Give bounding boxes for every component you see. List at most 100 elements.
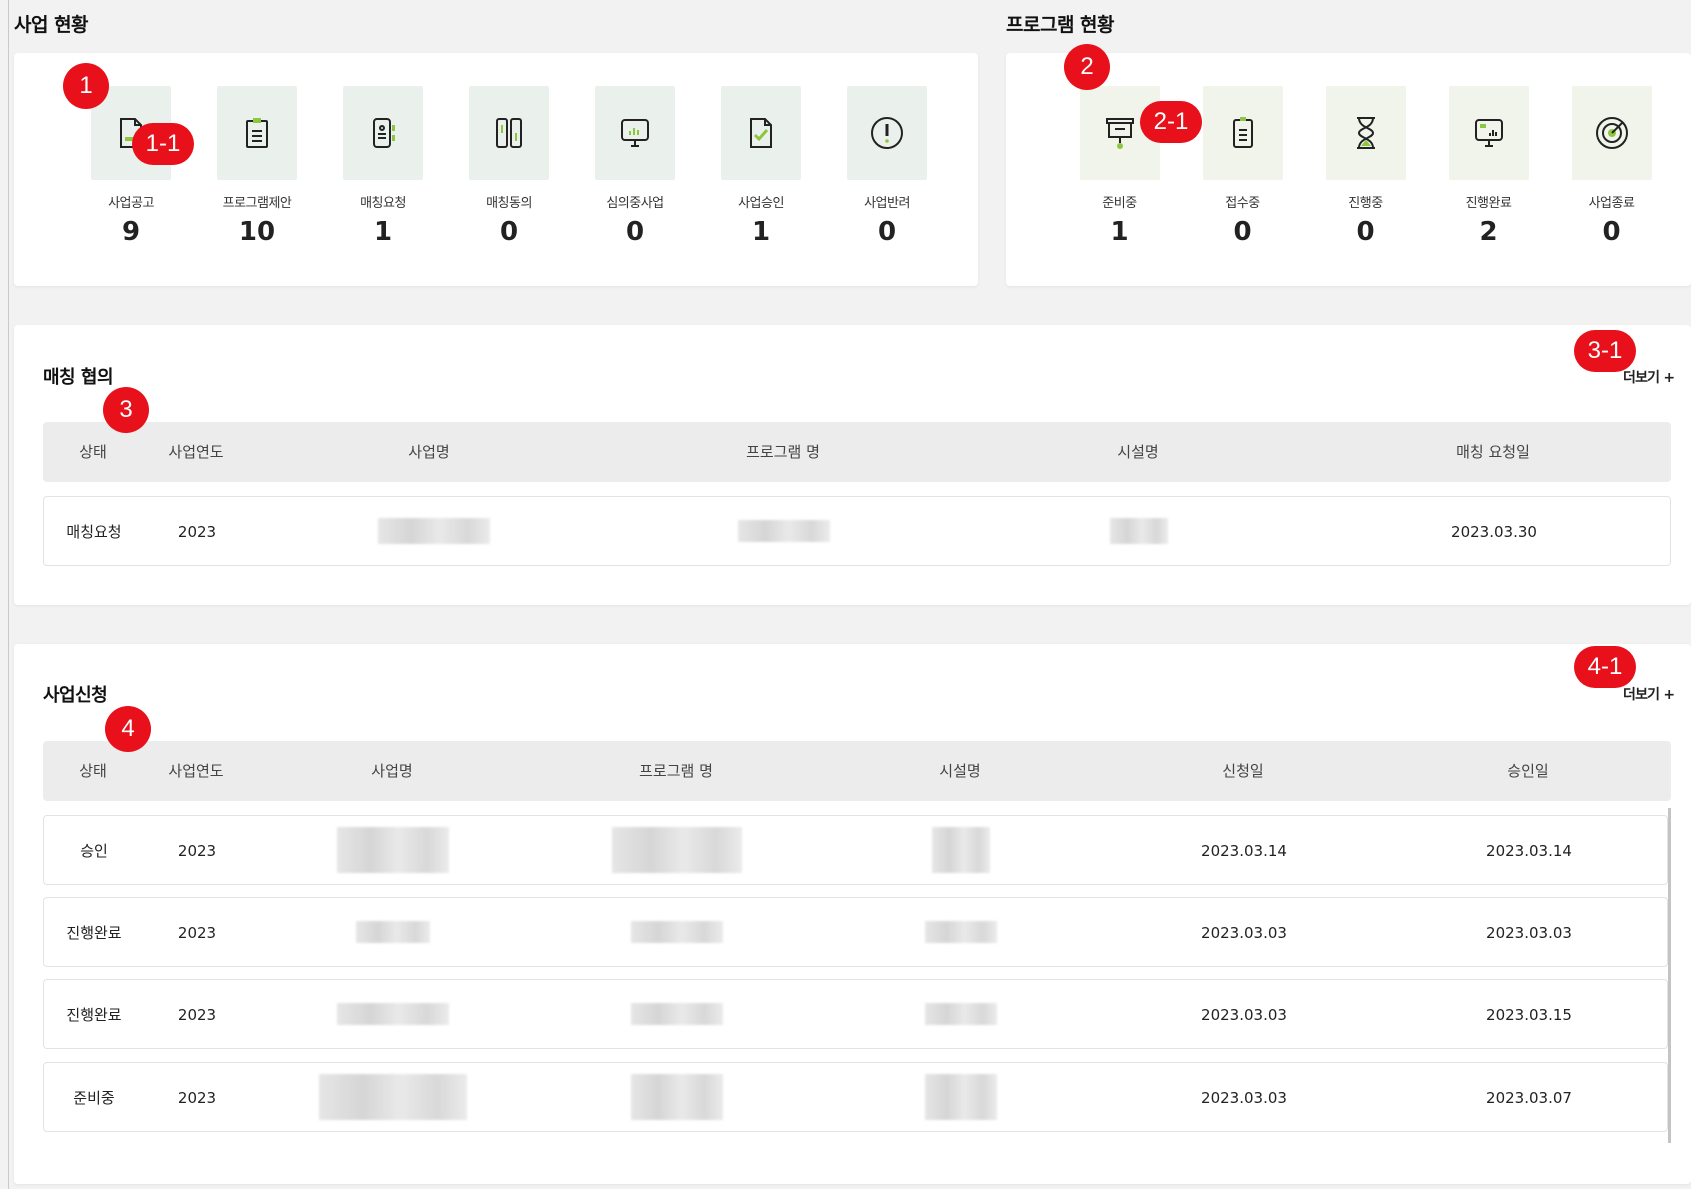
stat-label: 사업종료 [1588,196,1635,211]
row-status: 진행완료 [66,924,122,942]
panels-icon [469,86,549,180]
column-header: 사업연도 [168,443,224,461]
row-status: 준비중 [73,1089,115,1107]
stat-label: 심의중사업 [606,196,664,211]
matching-title: 매칭 협의 [43,367,114,388]
redacted-facility-name [932,827,990,873]
stat-business-rejected[interactable]: 사업반려 0 [824,86,950,247]
document-check-icon [721,86,801,180]
stat-business-closed[interactable]: 사업종료 0 [1550,86,1673,247]
redacted-business-name [337,1003,449,1025]
column-header: 시설명 [939,762,981,780]
redacted-program-name [631,1074,723,1120]
target-icon [1571,86,1652,180]
row-approved-date: 2023.03.14 [1486,842,1572,860]
row-status: 진행완료 [66,1006,122,1024]
table-row[interactable]: 매칭요청 2023 2023.03.30 [43,496,1671,566]
business-status-title: 사업 현황 [14,14,89,36]
stat-count: 0 [1356,217,1375,247]
redacted-business-name [356,921,430,943]
business-status-card: 사업공고 9 프로그램제안 10 매칭요청 1 매칭동의 0 심의중사업 0 사… [14,53,978,286]
column-header: 프로그램 명 [639,762,713,780]
application-table-header: 상태 사업연도 사업명 프로그램 명 시설명 신청일 승인일 [43,741,1671,801]
application-more-link[interactable]: 더보기 + [1623,684,1675,704]
stat-count: 0 [1602,217,1621,247]
redacted-business-name [337,827,449,873]
column-header: 사업연도 [168,762,224,780]
stat-completed[interactable]: 진행완료 2 [1427,86,1550,247]
column-header: 신청일 [1222,762,1264,780]
stat-label: 사업반려 [864,196,910,211]
redacted-business-name [319,1074,467,1120]
row-approved-date: 2023.03.03 [1486,924,1572,942]
stat-in-progress[interactable]: 진행중 0 [1304,86,1427,247]
matching-table-header: 상태 사업연도 사업명 프로그램 명 시설명 매칭 요청일 [43,422,1671,482]
stat-label: 진행중 [1348,196,1383,211]
column-header: 사업명 [408,443,450,461]
stat-label: 매칭요청 [360,196,406,211]
stat-matching-request[interactable]: 매칭요청 1 [320,86,446,247]
stat-label: 준비중 [1102,196,1137,211]
column-header: 승인일 [1507,762,1549,780]
redacted-facility-name [925,921,997,943]
table-row[interactable]: 진행완료 2023 2023.03.03 2023.03.03 [43,897,1668,967]
annotation-badge-4: 4 [105,706,151,752]
table-row[interactable]: 진행완료 2023 2023.03.03 2023.03.15 [43,979,1668,1049]
stat-business-notice[interactable]: 사업공고 9 [68,86,194,247]
column-header: 매칭 요청일 [1456,443,1530,461]
clipboard-icon [217,86,297,180]
stat-under-review[interactable]: 심의중사업 0 [572,86,698,247]
table-scrollbar[interactable] [1668,808,1671,1143]
stat-count: 1 [1110,217,1129,247]
row-applied-date: 2023.03.03 [1201,1006,1287,1024]
column-header: 상태 [79,762,107,780]
row-year: 2023 [177,842,217,860]
row-applied-date: 2023.03.14 [1201,842,1287,860]
column-header: 시설명 [1117,443,1159,461]
row-applied-date: 2023.03.03 [1201,1089,1287,1107]
row-year: 2023 [177,1089,217,1107]
application-card: 사업신청 더보기 + 상태 사업연도 사업명 프로그램 명 시설명 신청일 승인… [14,644,1691,1184]
redacted-facility-name [1110,518,1168,544]
row-status: 매칭요청 [66,523,122,541]
stat-count: 0 [499,217,519,247]
row-status: 승인 [80,842,108,860]
monitor-chart-icon [595,86,675,180]
frame-border [8,0,9,1189]
redacted-facility-name [925,1003,997,1025]
hourglass-icon [1325,86,1406,180]
phone-icon [343,86,423,180]
stat-matching-consent[interactable]: 매칭동의 0 [446,86,572,247]
stat-label: 진행완료 [1465,196,1512,211]
annotation-badge-3-1: 3-1 [1574,330,1636,372]
exclamation-icon [847,86,927,180]
stat-count: 2 [1479,217,1498,247]
stat-label: 사업승인 [738,196,784,211]
column-header: 사업명 [371,762,413,780]
stat-receiving[interactable]: 접수중 0 [1181,86,1304,247]
annotation-badge-2: 2 [1064,44,1110,90]
row-year: 2023 [177,924,217,942]
stat-count: 1 [373,217,393,247]
stat-count: 9 [121,217,141,247]
redacted-program-name [738,520,830,542]
redacted-facility-name [925,1074,997,1120]
stat-label: 매칭동의 [486,196,532,211]
row-request-date: 2023.03.30 [1451,523,1537,541]
redacted-program-name [631,1003,723,1025]
program-status-card: 준비중 1 접수중 0 진행중 0 진행완료 2 사업종료 0 [1006,53,1691,286]
matching-more-link[interactable]: 더보기 + [1623,367,1675,387]
table-row[interactable]: 승인 2023 2023.03.14 2023.03.14 [43,815,1668,885]
annotation-badge-3: 3 [103,387,149,433]
stat-count: 10 [238,217,276,247]
application-title: 사업신청 [43,685,108,706]
stat-count: 1 [751,217,771,247]
row-year: 2023 [177,523,217,541]
table-row[interactable]: 준비중 2023 2023.03.03 2023.03.07 [43,1062,1668,1132]
redacted-program-name [631,921,723,943]
stat-program-proposal[interactable]: 프로그램제안 10 [194,86,320,247]
annotation-badge-2-1: 2-1 [1140,101,1202,143]
board-chart-icon [1448,86,1529,180]
stat-count: 0 [625,217,645,247]
stat-business-approved[interactable]: 사업승인 1 [698,86,824,247]
